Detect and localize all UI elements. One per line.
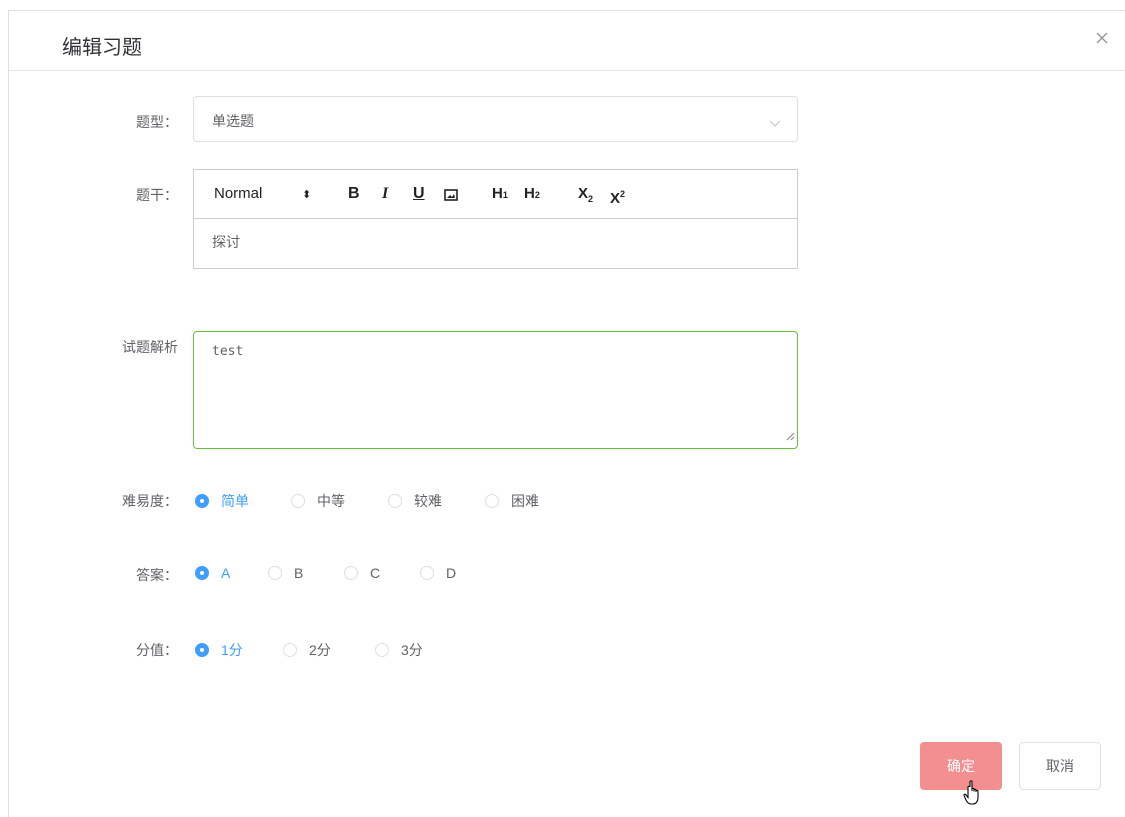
underline-button[interactable]: U: [413, 184, 425, 204]
cancel-button[interactable]: 取消: [1019, 742, 1101, 790]
difficulty-radio-easy[interactable]: 简单: [195, 491, 249, 511]
radio-unchecked-icon: [268, 566, 282, 580]
confirm-button[interactable]: 确定: [920, 742, 1002, 790]
answer-radio-d[interactable]: D: [420, 565, 456, 581]
stem-rich-editor: Normal ⬍ B I U H1 H2 X2 X2 探讨: [193, 169, 798, 269]
dialog-header: 编辑习题: [9, 11, 1125, 71]
image-icon[interactable]: [444, 187, 458, 207]
answer-radio-c[interactable]: C: [344, 565, 380, 581]
radio-unchecked-icon: [375, 643, 389, 657]
radio-unchecked-icon: [344, 566, 358, 580]
radio-label: 困难: [511, 493, 539, 509]
radio-unchecked-icon: [291, 494, 305, 508]
difficulty-radio-hard[interactable]: 较难: [388, 491, 442, 511]
difficulty-label: 难易度：: [122, 493, 178, 509]
question-type-value: 单选题: [212, 113, 254, 129]
radio-label: A: [221, 565, 231, 581]
superscript-button[interactable]: X2: [610, 184, 625, 209]
radio-label: 2分: [309, 642, 331, 658]
superscript-letter: X: [610, 190, 621, 207]
dialog-title: 编辑习题: [62, 37, 142, 59]
stem-label: 题干：: [136, 187, 178, 203]
score-radio-1[interactable]: 1分: [195, 640, 243, 660]
answer-label: 答案：: [136, 567, 178, 583]
radio-label: 简单: [221, 493, 249, 509]
answer-radio-b[interactable]: B: [268, 565, 303, 581]
subscript-digit: 2: [588, 194, 594, 204]
answer-radio-a[interactable]: A: [195, 565, 230, 581]
heading-2-button[interactable]: H2: [524, 184, 540, 205]
radio-checked-icon: [195, 566, 209, 580]
analysis-label: 试题解析: [122, 339, 178, 355]
chevron-down-icon: [769, 115, 781, 133]
bold-button[interactable]: B: [348, 184, 360, 204]
resize-handle-icon[interactable]: [785, 428, 795, 446]
italic-button[interactable]: I: [382, 184, 388, 204]
radio-label: B: [294, 565, 304, 581]
h1-letter: H: [492, 185, 503, 202]
subscript-letter: X: [578, 185, 589, 202]
radio-label: 1分: [221, 642, 243, 658]
h2-letter: H: [524, 185, 535, 202]
radio-label: C: [370, 565, 381, 581]
difficulty-radio-very-hard[interactable]: 困难: [485, 491, 539, 511]
superscript-digit: 2: [620, 189, 626, 199]
score-radio-2[interactable]: 2分: [283, 640, 331, 660]
subscript-button[interactable]: X2: [578, 184, 593, 209]
radio-label: D: [446, 565, 457, 581]
close-icon[interactable]: [1095, 31, 1109, 45]
radio-label: 中等: [317, 493, 345, 509]
radio-label: 较难: [414, 493, 442, 509]
stem-editor-content[interactable]: 探讨: [212, 232, 240, 252]
radio-unchecked-icon: [283, 643, 297, 657]
format-select[interactable]: Normal: [214, 184, 262, 204]
question-type-select[interactable]: 单选题: [193, 96, 798, 142]
h1-digit: 1: [502, 190, 508, 200]
difficulty-radio-medium[interactable]: 中等: [291, 491, 345, 511]
radio-label: 3分: [401, 642, 423, 658]
type-label: 题型：: [136, 114, 178, 130]
radio-unchecked-icon: [420, 566, 434, 580]
radio-unchecked-icon: [388, 494, 402, 508]
radio-checked-icon: [195, 494, 209, 508]
hand-pointer-icon: [963, 780, 985, 811]
score-label: 分值：: [136, 642, 178, 658]
score-radio-3[interactable]: 3分: [375, 640, 423, 660]
analysis-textarea[interactable]: test: [193, 331, 798, 449]
format-arrows-icon[interactable]: ⬍: [302, 185, 311, 205]
radio-checked-icon: [195, 643, 209, 657]
radio-unchecked-icon: [485, 494, 499, 508]
h2-digit: 2: [534, 190, 540, 200]
heading-1-button[interactable]: H1: [492, 184, 508, 205]
editor-toolbar: Normal ⬍ B I U H1 H2 X2 X2: [194, 170, 797, 219]
analysis-text: test: [212, 344, 244, 359]
